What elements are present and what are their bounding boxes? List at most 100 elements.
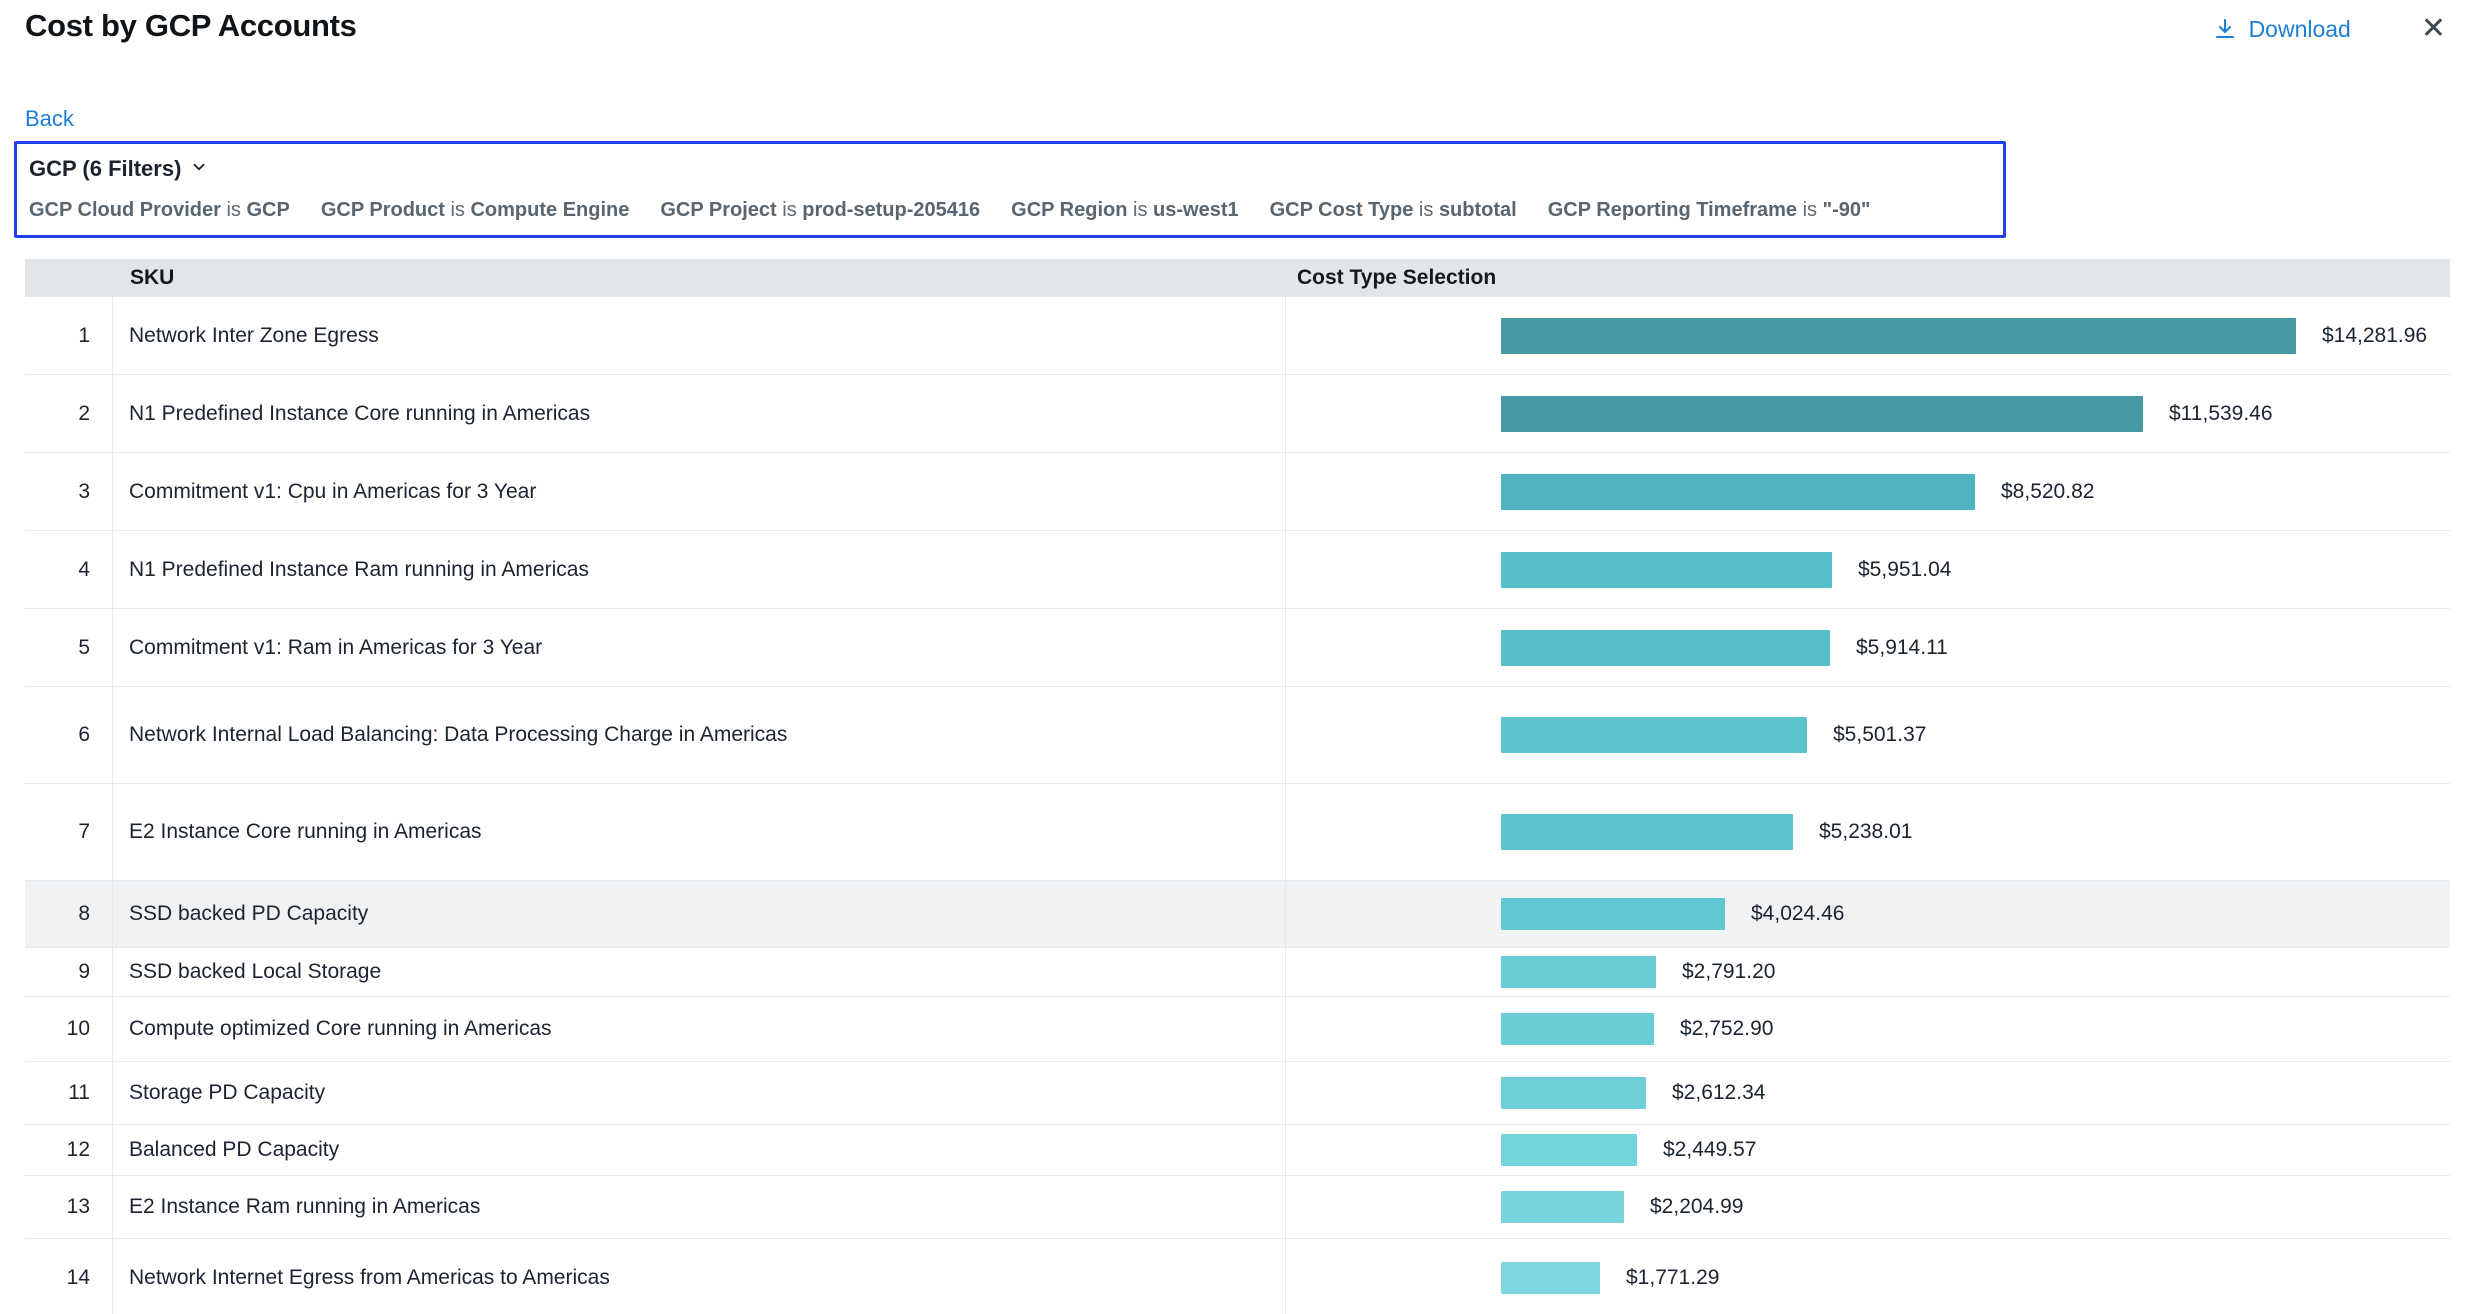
download-label: Download [2249, 16, 2351, 43]
filter-condition[interactable]: GCP Region is us-west1 [1011, 199, 1238, 222]
cost-bar[interactable] [1501, 396, 2143, 432]
header-actions: Download ✕ [2213, 14, 2446, 44]
table-body: 1Network Inter Zone Egress$14,281.962N1 … [25, 297, 2450, 1314]
bar-cell: $2,752.90 [1285, 997, 2450, 1061]
table-row[interactable]: 14Network Internet Egress from Americas … [25, 1239, 2450, 1314]
sku-cell: Network Internal Load Balancing: Data Pr… [113, 687, 1285, 783]
sku-cell: Network Internet Egress from Americas to… [113, 1239, 1285, 1314]
cost-value-label: $5,501.37 [1833, 723, 1926, 747]
cost-bar[interactable] [1501, 1077, 1646, 1109]
page-title: Cost by GCP Accounts [25, 8, 357, 44]
close-icon[interactable]: ✕ [2421, 14, 2446, 44]
cost-value-label: $11,539.46 [2169, 402, 2273, 426]
cost-value-label: $2,752.90 [1680, 1017, 1773, 1041]
sku-cell: Storage PD Capacity [113, 1062, 1285, 1124]
row-index: 3 [25, 453, 113, 530]
filter-operator: is [1133, 199, 1147, 221]
back-link[interactable]: Back [25, 106, 74, 132]
row-index: 4 [25, 531, 113, 608]
table-row[interactable]: 12Balanced PD Capacity$2,449.57 [25, 1125, 2450, 1176]
cost-value-label: $8,520.82 [2001, 480, 2094, 504]
sku-cell: Commitment v1: Cpu in Americas for 3 Yea… [113, 453, 1285, 530]
bar-cell: $4,024.46 [1285, 881, 2450, 947]
row-index: 12 [25, 1125, 113, 1175]
filter-condition[interactable]: GCP Project is prod-setup-205416 [660, 199, 980, 222]
filter-value: Compute Engine [470, 199, 629, 221]
table-row[interactable]: 11Storage PD Capacity$2,612.34 [25, 1062, 2450, 1125]
cost-bar[interactable] [1501, 1013, 1654, 1045]
table-header: SKU Cost Type Selection [25, 259, 2450, 297]
filter-condition[interactable]: GCP Cloud Provider is GCP [29, 199, 290, 222]
filter-summary-dropdown[interactable]: GCP (6 Filters) [29, 156, 208, 182]
bar-cell: $14,281.96 [1285, 297, 2450, 374]
bar-cell: $2,791.20 [1285, 948, 2450, 996]
table-row[interactable]: 13E2 Instance Ram running in Americas$2,… [25, 1176, 2450, 1239]
filter-condition[interactable]: GCP Reporting Timeframe is "-90" [1548, 199, 1871, 222]
cost-bar[interactable] [1501, 1191, 1624, 1223]
cost-bar[interactable] [1501, 630, 1830, 666]
filter-condition[interactable]: GCP Product is Compute Engine [321, 199, 630, 222]
cost-bar[interactable] [1501, 814, 1793, 850]
download-button[interactable]: Download [2213, 16, 2351, 43]
table-row[interactable]: 2N1 Predefined Instance Core running in … [25, 375, 2450, 453]
filter-list: GCP Cloud Provider is GCP GCP Product is … [29, 199, 1993, 222]
cost-bar[interactable] [1501, 898, 1725, 930]
download-icon [2213, 17, 2237, 41]
filter-field: GCP Cost Type [1270, 199, 1414, 221]
sku-cell: N1 Predefined Instance Ram running in Am… [113, 531, 1285, 608]
sku-cell: Commitment v1: Ram in Americas for 3 Yea… [113, 609, 1285, 686]
table-row[interactable]: 6Network Internal Load Balancing: Data P… [25, 687, 2450, 784]
cost-bar[interactable] [1501, 717, 1807, 753]
table-row[interactable]: 10Compute optimized Core running in Amer… [25, 997, 2450, 1062]
row-index: 7 [25, 784, 113, 880]
table-row[interactable]: 8SSD backed PD Capacity$4,024.46 [25, 881, 2450, 948]
row-index: 9 [25, 948, 113, 996]
bar-cell: $2,612.34 [1285, 1062, 2450, 1124]
bar-cell: $2,204.99 [1285, 1176, 2450, 1238]
filter-panel: GCP (6 Filters) GCP Cloud Provider is GC… [14, 141, 2006, 238]
table-row[interactable]: 5Commitment v1: Ram in Americas for 3 Ye… [25, 609, 2450, 687]
row-index: 11 [25, 1062, 113, 1124]
bar-cell: $5,951.04 [1285, 531, 2450, 608]
row-index: 14 [25, 1239, 113, 1314]
cost-bar[interactable] [1501, 1262, 1600, 1294]
filter-condition[interactable]: GCP Cost Type is subtotal [1270, 199, 1517, 222]
cost-bar[interactable] [1501, 1134, 1637, 1166]
cost-value-label: $2,791.20 [1682, 960, 1775, 984]
column-header-sku: SKU [113, 266, 1285, 290]
sku-cell: Compute optimized Core running in Americ… [113, 997, 1285, 1061]
column-header-cost-type-selection: Cost Type Selection [1285, 266, 2450, 290]
bar-cell: $5,914.11 [1285, 609, 2450, 686]
table-row[interactable]: 4N1 Predefined Instance Ram running in A… [25, 531, 2450, 609]
filter-field: GCP Cloud Provider [29, 199, 221, 221]
row-index: 10 [25, 997, 113, 1061]
cost-value-label: $2,449.57 [1663, 1138, 1756, 1162]
filter-field: GCP Region [1011, 199, 1127, 221]
cost-value-label: $14,281.96 [2322, 324, 2427, 348]
cost-value-label: $2,204.99 [1650, 1195, 1743, 1219]
filter-operator: is [1419, 199, 1433, 221]
row-index: 1 [25, 297, 113, 374]
cost-bar[interactable] [1501, 956, 1656, 988]
cost-value-label: $5,238.01 [1819, 820, 1912, 844]
filter-field: GCP Project [660, 199, 776, 221]
cost-bar[interactable] [1501, 318, 2296, 354]
table-row[interactable]: 1Network Inter Zone Egress$14,281.96 [25, 297, 2450, 375]
cost-value-label: $5,951.04 [1858, 558, 1951, 582]
bar-cell: $11,539.46 [1285, 375, 2450, 452]
cost-bar[interactable] [1501, 474, 1975, 510]
filter-value: subtotal [1439, 199, 1517, 221]
cost-bar[interactable] [1501, 552, 1832, 588]
filter-value: prod-setup-205416 [802, 199, 980, 221]
filter-summary-label: GCP (6 Filters) [29, 156, 181, 182]
filter-value: "-90" [1823, 199, 1871, 221]
table-row[interactable]: 7E2 Instance Core running in Americas$5,… [25, 784, 2450, 881]
table-row[interactable]: 9SSD backed Local Storage$2,791.20 [25, 948, 2450, 997]
filter-operator: is [782, 199, 796, 221]
cost-value-label: $4,024.46 [1751, 902, 1844, 926]
filter-operator: is [1803, 199, 1817, 221]
table-row[interactable]: 3Commitment v1: Cpu in Americas for 3 Ye… [25, 453, 2450, 531]
sku-cell: N1 Predefined Instance Core running in A… [113, 375, 1285, 452]
bar-cell: $2,449.57 [1285, 1125, 2450, 1175]
filter-operator: is [226, 199, 240, 221]
